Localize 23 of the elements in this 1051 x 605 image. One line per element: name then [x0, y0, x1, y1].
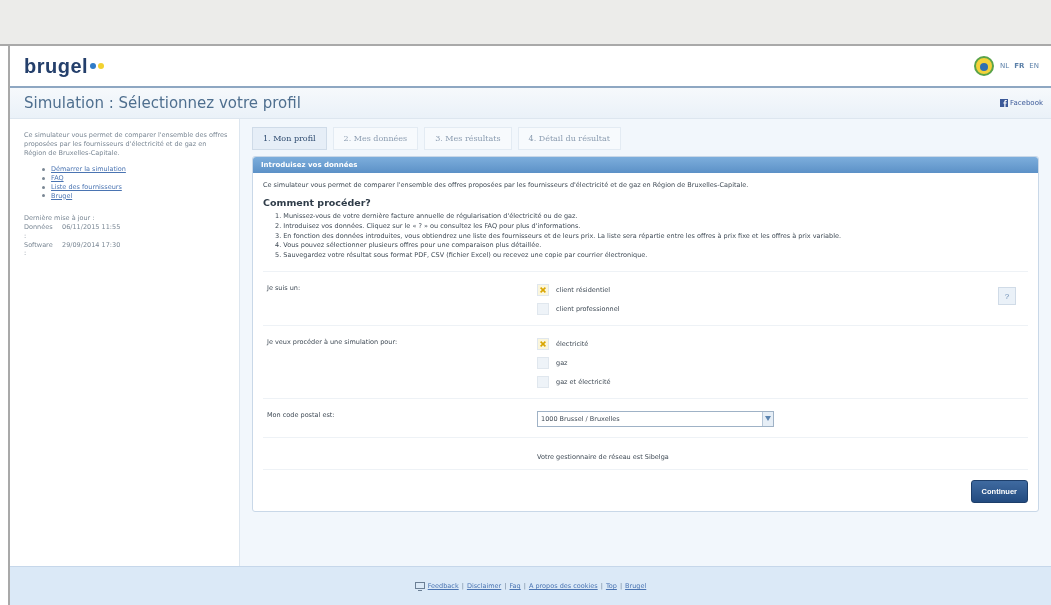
bullet-icon	[42, 194, 45, 198]
step-tab[interactable]: 1. Mon profil	[252, 127, 327, 150]
radio-button[interactable]	[537, 283, 549, 296]
cross-mark-icon	[539, 285, 547, 294]
step-tab[interactable]: 3. Mes résultats	[424, 127, 512, 150]
radio-button[interactable]	[537, 356, 549, 369]
caret-icon	[762, 411, 773, 426]
facebook-icon	[1000, 99, 1009, 107]
bullet-icon	[42, 185, 45, 189]
radio-button[interactable]	[537, 337, 549, 350]
section-heading: Comment procéder?	[263, 197, 372, 208]
bullet-icon	[42, 168, 45, 172]
step-tab[interactable]: 2. Mes données	[332, 127, 419, 150]
radio-button[interactable]	[537, 375, 549, 388]
step-tab[interactable]: 4. Détail du résultat	[517, 127, 621, 150]
page-title: Simulation : Sélectionnez votre profil	[24, 94, 301, 112]
bullet-icon	[42, 176, 45, 180]
radio-button[interactable]	[537, 302, 549, 315]
monitor-icon	[414, 581, 425, 591]
help-button[interactable]: ?	[998, 287, 1016, 306]
brugel-logo[interactable]: brugel	[24, 54, 105, 78]
circle-logo-icon	[973, 55, 995, 77]
cross-mark-icon	[539, 339, 547, 348]
